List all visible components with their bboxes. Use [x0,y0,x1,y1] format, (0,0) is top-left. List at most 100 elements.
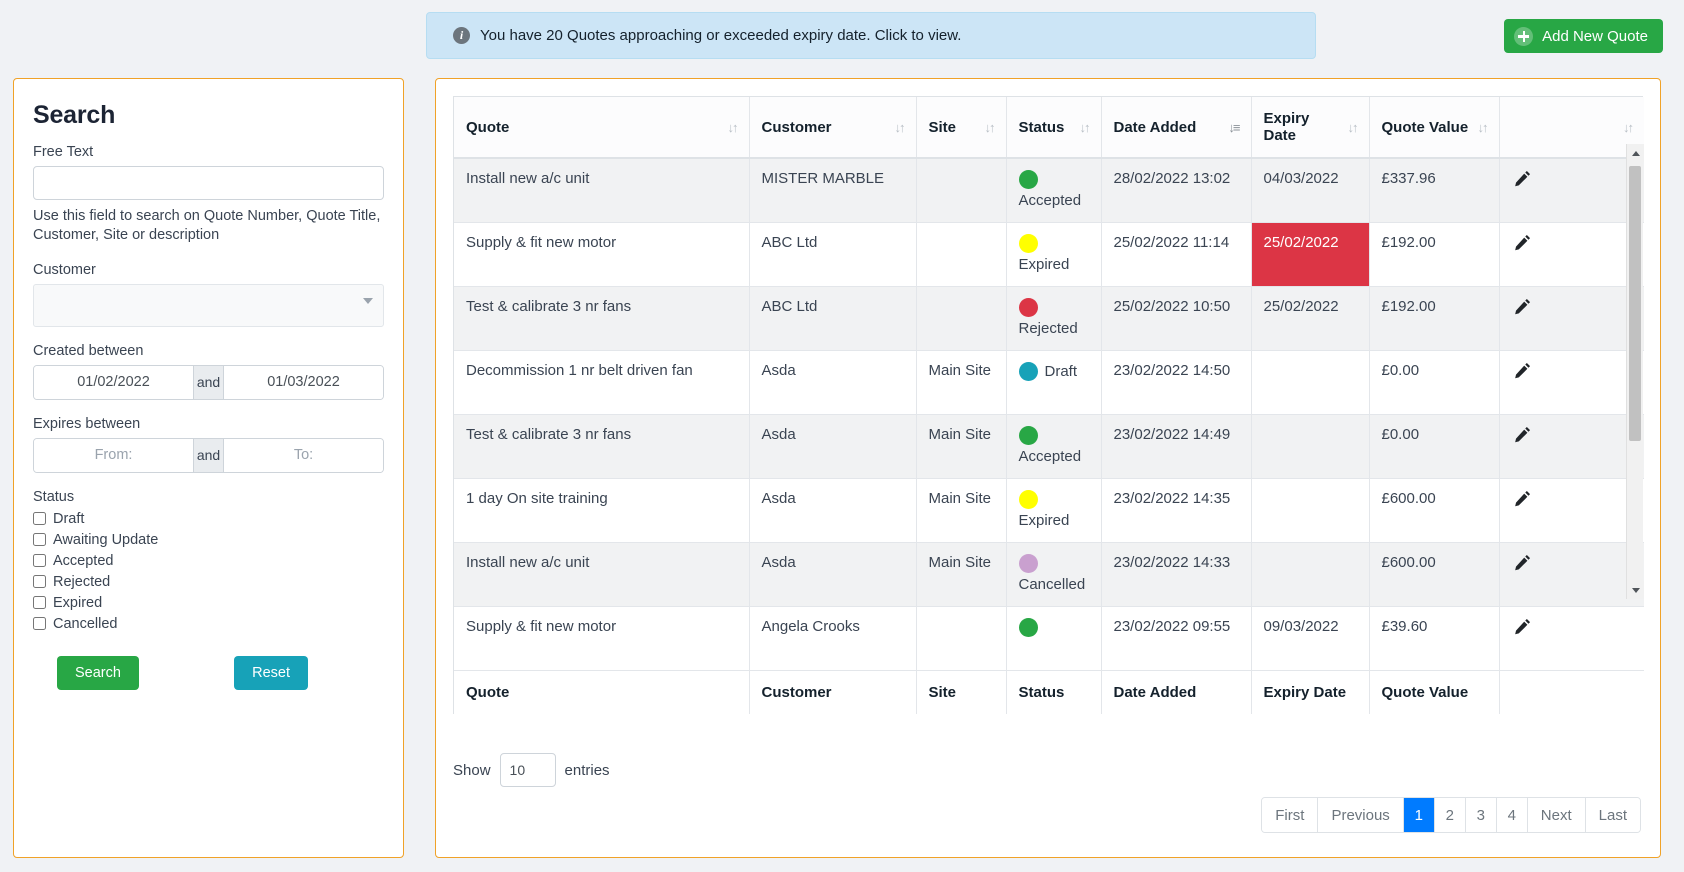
table-row[interactable]: Decommission 1 nr belt driven fan Asda Mai… [454,350,1644,415]
cell-actions [1499,414,1644,479]
table-row[interactable]: Supply & fit new motor Angela Crooks 23/02… [454,606,1644,671]
expires-and-separator: and [193,438,224,472]
pencil-icon[interactable] [1514,362,1531,379]
column-header-site[interactable]: Site ↓↑ [916,97,1007,159]
status-checkbox[interactable] [33,617,46,631]
pencil-icon[interactable] [1514,618,1531,635]
free-text-input[interactable] [33,166,384,200]
scroll-down-icon[interactable] [1627,581,1644,599]
cell-actions [1499,606,1644,671]
pencil-icon[interactable] [1514,426,1531,443]
sort-icon[interactable]: ↓↑ [1623,120,1634,135]
scrollbar-thumb[interactable] [1629,166,1641,441]
show-entries-control: Show entries [453,753,610,787]
pagination-3[interactable]: 3 [1465,798,1497,832]
column-header-quote-value[interactable]: Quote Value ↓↑ [1369,97,1500,159]
sort-icon[interactable]: ↓↑ [1348,120,1359,135]
scroll-up-icon[interactable] [1627,144,1644,162]
free-text-label: Free Text [33,144,94,160]
status-label: Accepted [1018,192,1082,209]
sort-icon[interactable]: ↓↑ [1478,120,1489,135]
table-row[interactable]: Install new a/c unit Asda Main Site Cancell… [454,542,1644,607]
status-option-cancelled[interactable]: Cancelled [33,616,384,632]
created-from-input[interactable] [34,365,193,399]
sort-icon[interactable]: ↓↑ [895,120,906,135]
pagination-4[interactable]: 4 [1496,798,1528,832]
cell-status: Expired [1006,478,1102,543]
cell-quote-value: £600.00 [1369,542,1500,607]
footer-column-site: Site [916,669,1007,714]
pencil-icon[interactable] [1514,170,1531,187]
status-option-awaiting-update[interactable]: Awaiting Update [33,532,384,548]
status-option-expired[interactable]: Expired [33,595,384,611]
pagination-2[interactable]: 2 [1434,798,1466,832]
table-row[interactable]: Test & calibrate 3 nr fans Asda Main Site A… [454,414,1644,479]
expires-from-input[interactable] [34,438,193,472]
cell-status: Accepted [1006,414,1102,479]
expiry-alert-banner[interactable]: i You have 20 Quotes approaching or exce… [426,12,1316,59]
chevron-down-icon [363,297,373,304]
pagination-previous[interactable]: Previous [1318,798,1404,832]
footer-column-quote: Quote [454,669,750,714]
search-button[interactable]: Search [57,655,139,690]
column-header-label: Status [1018,118,1065,136]
entries-count-input[interactable] [499,753,556,787]
status-checkbox[interactable] [33,554,46,568]
column-header-actions[interactable]: ↓↑ [1499,97,1644,159]
pencil-icon[interactable] [1514,490,1531,507]
column-header-expiry-date[interactable]: Expiry Date ↓↑ [1251,97,1370,159]
pagination-last[interactable]: Last [1585,798,1640,832]
quotes-table-head: Quote ↓↑ Customer ↓↑ Site ↓↑ Status ↓↑ Date Adde… [454,97,1644,159]
cell-actions [1499,286,1644,351]
cell-status [1006,606,1102,671]
sort-icon[interactable]: ↓↑ [1080,120,1091,135]
sort-icon[interactable]: ↓↑ [985,120,996,135]
sort-icon[interactable]: ↓↑ [728,120,739,135]
pagination-1[interactable]: 1 [1403,798,1435,832]
table-row[interactable]: 1 day On site training Asda Main Site Expir… [454,478,1644,543]
customer-select[interactable] [33,283,384,327]
status-option-rejected[interactable]: Rejected [33,574,384,590]
table-row[interactable]: Test & calibrate 3 nr fans ABC Ltd Rejecte… [454,286,1644,351]
add-new-quote-button[interactable]: Add New Quote [1504,19,1663,53]
cell-quote-value: £192.00 [1369,222,1500,287]
status-checkbox[interactable] [33,596,46,610]
table-row[interactable]: Install new a/c unit MISTER MARBLE Accepte… [454,158,1644,223]
cell-site [916,606,1007,671]
status-option-label: Awaiting Update [53,531,159,548]
reset-button[interactable]: Reset [234,655,308,690]
sort-descending-icon[interactable]: ↓≡ [1228,120,1240,135]
status-option-accepted[interactable]: Accepted [33,553,384,569]
pencil-icon[interactable] [1514,234,1531,251]
cell-actions [1499,350,1644,415]
status-option-draft[interactable]: Draft [33,511,384,527]
quotes-table: Quote ↓↑ Customer ↓↑ Site ↓↑ Status ↓↑ Date Adde… [454,97,1644,714]
pencil-icon[interactable] [1514,298,1531,315]
status-checkbox[interactable] [33,533,46,547]
status-checkbox[interactable] [33,512,46,526]
footer-column-status: Status [1006,669,1102,714]
expires-to-input[interactable] [224,438,383,472]
quotes-table-wrapper: Quote ↓↑ Customer ↓↑ Site ↓↑ Status ↓↑ Date Adde… [453,96,1644,714]
column-header-date-added[interactable]: Date Added ↓≡ [1101,97,1252,159]
column-header-label: Expiry Date [1263,110,1310,144]
plus-circle-icon [1514,26,1534,46]
pagination-next[interactable]: Next [1527,798,1586,832]
status-checkbox[interactable] [33,575,46,589]
pagination-first[interactable]: First [1262,798,1319,832]
cell-site: Main Site [916,478,1007,543]
column-header-status[interactable]: Status ↓↑ [1006,97,1102,159]
column-header-quote[interactable]: Quote ↓↑ [454,97,750,159]
table-row[interactable]: Supply & fit new motor ABC Ltd Expired 25/0… [454,222,1644,287]
cell-quote-value: £192.00 [1369,286,1500,351]
pencil-icon[interactable] [1514,554,1531,571]
status-dot-icon [1018,617,1038,637]
status-option-label: Accepted [53,552,114,569]
table-scrollbar[interactable] [1626,144,1644,599]
entries-label: entries [564,761,610,779]
status-dot-icon [1018,489,1038,509]
column-header-label: Date Added [1113,118,1197,136]
status-label: Expired [1018,511,1070,529]
column-header-customer[interactable]: Customer ↓↑ [749,97,917,159]
created-to-input[interactable] [224,365,383,399]
